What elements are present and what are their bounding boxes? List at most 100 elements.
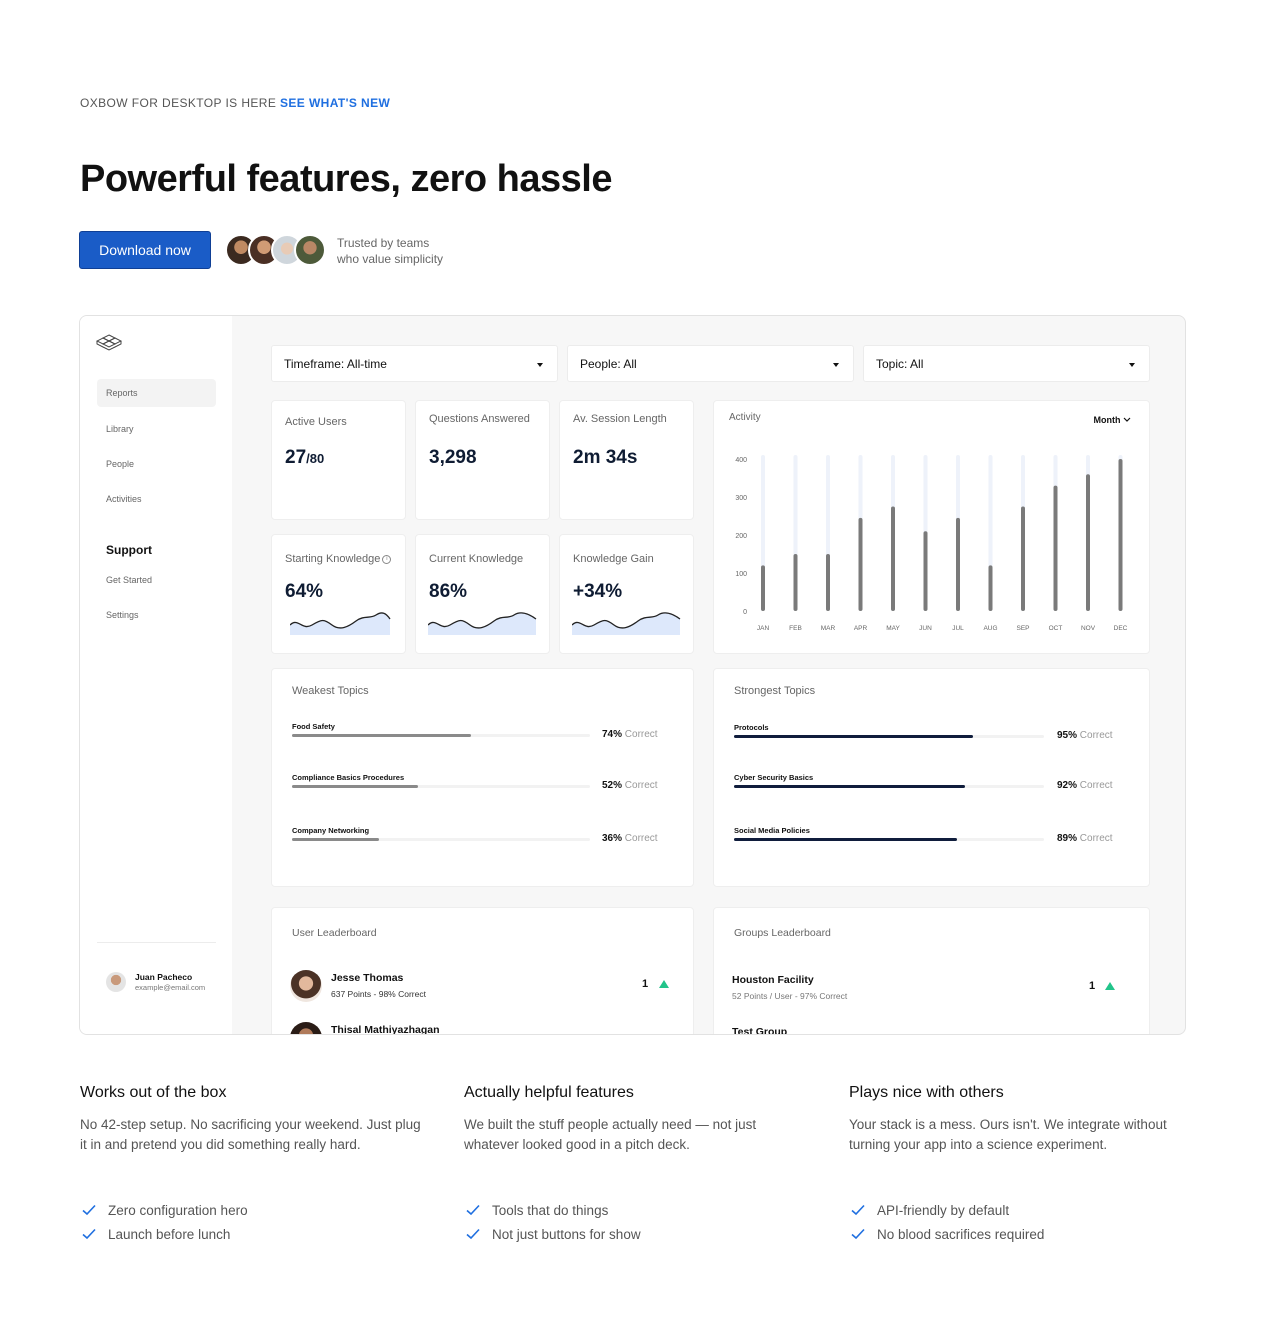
check-icon (82, 1204, 96, 1216)
bar-dec[interactable] (1118, 459, 1123, 611)
trust-text: Trusted by teams who value simplicity (337, 236, 444, 266)
feature-checklist: Zero configuration hero Launch before lun… (80, 1198, 248, 1246)
sidebar: Reports Library People Activities Suppor… (80, 316, 232, 1034)
topic-percent: 74% Correct (602, 729, 658, 740)
y-tick-label: 0 (743, 609, 747, 616)
groups-leaderboard-card: Groups Leaderboard Houston Facility 52 P… (713, 907, 1150, 1034)
people-filter[interactable]: People: All (567, 345, 854, 382)
x-tick-label: MAR (821, 625, 836, 632)
progress-track (734, 785, 1044, 788)
sidebar-item-library[interactable]: Library (97, 415, 216, 443)
list-item[interactable]: Thisal Mathiyazhagan (290, 1022, 670, 1034)
x-tick-label: AUG (983, 625, 997, 632)
progress-track (734, 735, 1044, 738)
y-tick-label: 200 (735, 533, 747, 540)
x-tick-label: MAY (886, 625, 900, 632)
feature-body: Your stack is a mess. Ours isn't. We int… (849, 1117, 1167, 1152)
activity-bar-chart: 400 300 200 100 0 JAN FEB MAR APR MAY JUN JUL AUG SEP… (735, 455, 1128, 632)
stat-card-starting-knowledge: Starting Knowledge i 64% (271, 534, 406, 654)
page-title: Powerful features, zero hassle (80, 158, 612, 200)
trend-up-icon (659, 980, 669, 988)
x-tick-label: DEC (1114, 625, 1128, 632)
bar-jul[interactable] (956, 517, 960, 611)
bar-mar[interactable] (826, 554, 830, 611)
sidebar-item-get-started[interactable]: Get Started (97, 566, 216, 594)
stat-card-questions: Questions Answered 3,298 (415, 400, 550, 520)
check-item: No blood sacrifices required (849, 1222, 1044, 1246)
x-tick-label: SEP (1016, 625, 1029, 632)
progress-track (292, 785, 590, 788)
stat-card-current-knowledge: Current Knowledge 86% (415, 534, 550, 654)
rank: 1 (1089, 980, 1096, 992)
rank: 1 (642, 978, 649, 990)
sidebar-item-activities[interactable]: Activities (97, 485, 216, 513)
sidebar-item-settings[interactable]: Settings (97, 601, 216, 629)
download-button[interactable]: Download now (79, 231, 211, 269)
stat-card-session-length: Av. Session Length 2m 34s (559, 400, 694, 520)
list-item[interactable]: Jesse Thomas 637 Points - 98% Correct 1 (290, 970, 670, 1004)
progress-fill (734, 785, 965, 788)
support-heading: Support (106, 543, 152, 557)
avatar (290, 1022, 322, 1034)
list-item[interactable]: Houston Facility 52 Points / User - 97% … (732, 972, 1115, 1006)
feature-column: Works out of the box No 42-step setup. No… (80, 1084, 430, 1242)
feature-column: Actually helpful features We built the st… (464, 1084, 814, 1242)
bar-aug[interactable] (988, 565, 993, 611)
whats-new-link[interactable]: SEE WHAT'S NEW (280, 96, 390, 110)
sidebar-item-reports[interactable]: Reports (97, 379, 216, 407)
caret-down-icon (833, 363, 839, 367)
announcement-text: OXBOW FOR DESKTOP IS HERE (80, 96, 277, 110)
check-item: Tools that do things (464, 1198, 641, 1222)
feature-checklist: Tools that do things Not just buttons for… (464, 1198, 641, 1246)
dashboard-preview: Reports Library People Activities Suppor… (79, 315, 1186, 1035)
bar-jun[interactable] (923, 531, 928, 611)
check-icon (466, 1204, 480, 1216)
bar-may[interactable] (891, 506, 895, 612)
weakest-topics-card: Weakest Topics Food Safety 74% Correct Com… (271, 668, 694, 887)
timeframe-filter[interactable]: Timeframe: All-time (271, 345, 558, 382)
bar-apr[interactable] (858, 517, 863, 611)
y-tick-label: 100 (735, 571, 747, 578)
feature-checklist: API-friendly by default No blood sacrific… (849, 1198, 1044, 1246)
bar-jan[interactable] (761, 565, 765, 611)
topic-percent: 36% Correct (602, 833, 658, 844)
progress-fill (734, 735, 973, 738)
list-item[interactable]: Test Group (732, 1024, 1112, 1034)
topic-percent: 52% Correct (602, 780, 658, 791)
topic-row: Compliance Basics Procedures 52% Correct (292, 773, 692, 791)
x-tick-label: APR (854, 625, 868, 632)
info-icon[interactable]: i (382, 554, 392, 564)
bar-oct[interactable] (1053, 485, 1058, 611)
check-icon (851, 1204, 865, 1216)
check-item: API-friendly by default (849, 1198, 1044, 1222)
x-tick-label: OCT (1049, 625, 1063, 632)
announcement: OXBOW FOR DESKTOP IS HERE SEE WHAT'S NEW (80, 96, 390, 110)
progress-fill (734, 838, 958, 841)
bar-sep[interactable] (1021, 506, 1025, 612)
caret-down-icon (1129, 363, 1135, 367)
topic-percent: 95% Correct (1057, 730, 1113, 741)
avatar[interactable] (106, 972, 126, 992)
sidebar-item-people[interactable]: People (97, 450, 216, 478)
feature-title: Works out of the box (80, 1084, 227, 1101)
check-item: Zero configuration hero (80, 1198, 248, 1222)
topic-filter[interactable]: Topic: All (863, 345, 1150, 382)
strongest-topics-card: Strongest Topics Protocols 95% Correct Cyb… (713, 668, 1150, 887)
user-leaderboard-title: User Leaderboard (292, 927, 377, 939)
stat-card-knowledge-gain: Knowledge Gain +34% (559, 534, 694, 654)
caret-down-icon (537, 363, 543, 367)
bar-nov[interactable] (1086, 474, 1090, 611)
progress-track (292, 838, 590, 841)
activity-chart-card: Activity Month 400 300 200 100 0 JAN FEB MAR APR… (713, 400, 1150, 654)
x-tick-label: JUN (919, 625, 932, 632)
avatar-stack (225, 234, 326, 266)
user-name: Juan Pacheco (135, 972, 193, 982)
feature-column: Plays nice with others Your stack is a me… (849, 1084, 1199, 1242)
topic-row: Social Media Policies 89% Correct (734, 826, 1134, 844)
check-item: Launch before lunch (80, 1222, 248, 1246)
check-item: Not just buttons for show (464, 1222, 641, 1246)
topic-percent: 89% Correct (1057, 833, 1113, 844)
check-icon (82, 1228, 96, 1240)
bar-feb[interactable] (793, 554, 798, 611)
topic-row: Cyber Security Basics 92% Correct (734, 773, 1134, 791)
